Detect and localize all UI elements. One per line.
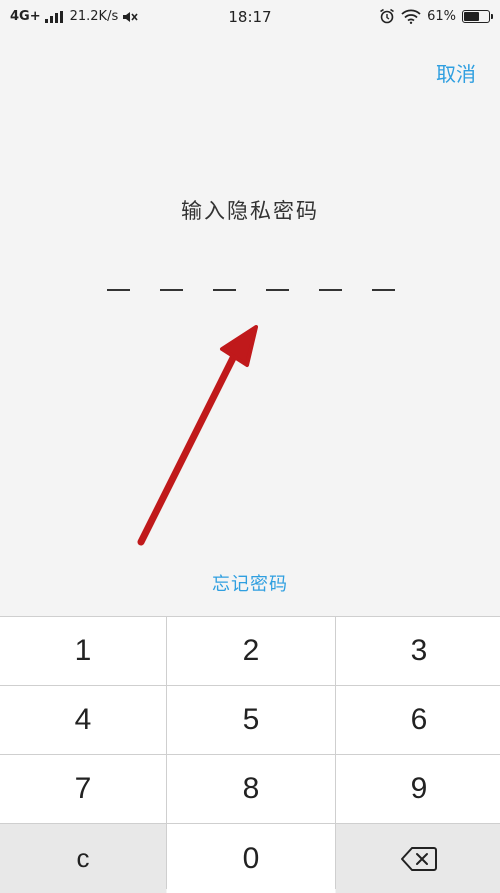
key-4[interactable]: 4 [0, 686, 166, 754]
key-5[interactable]: 5 [167, 686, 335, 754]
key-8[interactable]: 8 [167, 755, 335, 823]
key-clear[interactable]: c [0, 824, 166, 893]
numeric-keypad: 1 2 3 4 5 6 7 8 9 c 0 [0, 616, 500, 893]
key-1[interactable]: 1 [0, 617, 166, 685]
forgot-password-link[interactable]: 忘记密码 [0, 570, 500, 596]
key-3[interactable]: 3 [336, 617, 500, 685]
key-2[interactable]: 2 [167, 617, 335, 685]
backspace-icon [401, 846, 437, 871]
key-6[interactable]: 6 [336, 686, 500, 754]
key-7[interactable]: 7 [0, 755, 166, 823]
key-9[interactable]: 9 [336, 755, 500, 823]
backspace-button[interactable] [336, 824, 500, 893]
key-0[interactable]: 0 [167, 824, 335, 893]
